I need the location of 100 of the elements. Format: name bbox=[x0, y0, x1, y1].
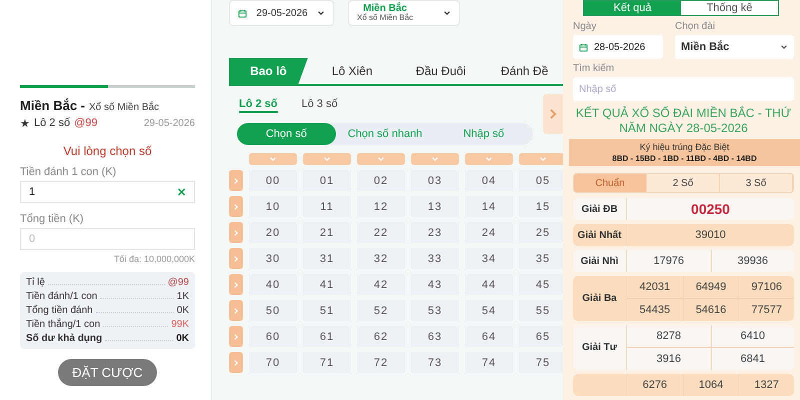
prize-number: 54435 bbox=[638, 303, 672, 318]
station-select[interactable]: Miền Bắc bbox=[675, 35, 794, 59]
number-cell[interactable]: 41 bbox=[303, 274, 351, 295]
search-label: Tìm kiếm bbox=[573, 63, 616, 74]
chevron-icon bbox=[377, 155, 385, 163]
number-cell[interactable]: 73 bbox=[411, 352, 459, 373]
date-select[interactable]: 29-05-2026 bbox=[229, 0, 334, 26]
number-cell[interactable]: 00 bbox=[249, 170, 297, 191]
column-select-button[interactable] bbox=[357, 153, 405, 165]
row-select-button[interactable] bbox=[229, 274, 243, 295]
stake-field[interactable]: 1 ✕ bbox=[20, 181, 195, 203]
number-cell[interactable]: 30 bbox=[249, 248, 297, 269]
clear-icon[interactable]: ✕ bbox=[177, 186, 186, 198]
chevron-icon bbox=[269, 155, 277, 163]
number-cell[interactable]: 54 bbox=[465, 300, 513, 321]
summary-label: Tổng tiền đánh bbox=[26, 305, 93, 316]
number-cell[interactable]: 21 bbox=[303, 222, 351, 243]
number-cell[interactable]: 14 bbox=[465, 196, 513, 217]
number-cell[interactable]: 45 bbox=[519, 274, 563, 295]
chevron-icon bbox=[443, 9, 451, 17]
summary-value: 0K bbox=[176, 333, 189, 344]
row-select-button[interactable] bbox=[229, 222, 243, 243]
number-cell[interactable]: 75 bbox=[519, 352, 563, 373]
station-select[interactable]: Miền Bắc Xổ số Miền Bắc bbox=[348, 0, 460, 26]
mode-tab[interactable]: Chọn số bbox=[237, 123, 336, 145]
special-codes: 8BD - 15BD - 1BD - 11BD - 4BD - 14BD bbox=[612, 154, 757, 163]
number-cell[interactable]: 70 bbox=[249, 352, 297, 373]
chevron-icon bbox=[317, 9, 325, 17]
row-select-button[interactable] bbox=[229, 248, 243, 269]
number-cell[interactable]: 05 bbox=[519, 170, 563, 191]
number-cell[interactable]: 35 bbox=[519, 248, 563, 269]
number-cell[interactable]: 40 bbox=[249, 274, 297, 295]
number-cell[interactable]: 13 bbox=[411, 196, 459, 217]
number-cell[interactable]: 32 bbox=[357, 248, 405, 269]
number-cell[interactable]: 12 bbox=[357, 196, 405, 217]
result-tab[interactable]: Thống kê bbox=[681, 1, 778, 15]
summary-value: 0K bbox=[176, 305, 189, 316]
number-cell[interactable]: 20 bbox=[249, 222, 297, 243]
number-cell[interactable]: 52 bbox=[357, 300, 405, 321]
number-cell[interactable]: 22 bbox=[357, 222, 405, 243]
number-cell[interactable]: 10 bbox=[249, 196, 297, 217]
number-cell[interactable]: 11 bbox=[303, 196, 351, 217]
number-cell[interactable]: 62 bbox=[357, 326, 405, 347]
number-cell[interactable]: 71 bbox=[303, 352, 351, 373]
game-tab[interactable]: Đầu Đuôi bbox=[396, 58, 486, 84]
row-select-button[interactable] bbox=[229, 196, 243, 217]
row-select-button[interactable] bbox=[229, 300, 243, 321]
view-tab[interactable]: 3 Số bbox=[720, 174, 793, 192]
number-cell[interactable]: 43 bbox=[411, 274, 459, 295]
prize-label: Giải ĐB bbox=[573, 198, 627, 220]
chevron-icon bbox=[232, 254, 240, 262]
number-cell[interactable]: 53 bbox=[411, 300, 459, 321]
number-cell[interactable]: 04 bbox=[465, 170, 513, 191]
column-select-button[interactable] bbox=[249, 153, 297, 165]
place-bet-button[interactable]: ĐẶT CƯỢC bbox=[58, 359, 157, 386]
number-cell[interactable]: 44 bbox=[465, 274, 513, 295]
column-select-button[interactable] bbox=[303, 153, 351, 165]
row-select-button[interactable] bbox=[229, 170, 243, 191]
number-cell[interactable]: 64 bbox=[465, 326, 513, 347]
expand-button[interactable] bbox=[543, 94, 563, 134]
number-cell[interactable]: 74 bbox=[465, 352, 513, 373]
number-cell[interactable]: 55 bbox=[519, 300, 563, 321]
column-select-button[interactable] bbox=[465, 153, 513, 165]
row-select-button[interactable] bbox=[229, 326, 243, 347]
number-cell[interactable]: 42 bbox=[357, 274, 405, 295]
row-select-button[interactable] bbox=[229, 352, 243, 373]
game-tab[interactable]: Đánh Đề bbox=[485, 58, 563, 84]
sub-tab[interactable]: Lô 3 số bbox=[302, 98, 338, 113]
game-tab[interactable]: Bao lô bbox=[229, 58, 308, 84]
number-cell[interactable]: 15 bbox=[519, 196, 563, 217]
number-cell[interactable]: 72 bbox=[357, 352, 405, 373]
number-cell[interactable]: 60 bbox=[249, 326, 297, 347]
number-cell[interactable]: 63 bbox=[411, 326, 459, 347]
number-cell[interactable]: 01 bbox=[303, 170, 351, 191]
number-cell[interactable]: 03 bbox=[411, 170, 459, 191]
column-select-button[interactable] bbox=[411, 153, 459, 165]
number-cell[interactable]: 31 bbox=[303, 248, 351, 269]
number-cell[interactable]: 24 bbox=[465, 222, 513, 243]
chevron-icon bbox=[232, 176, 240, 184]
notice-text: Vui lòng chọn số bbox=[62, 144, 153, 158]
view-tab[interactable]: 2 Số bbox=[647, 174, 720, 192]
column-select-button[interactable] bbox=[519, 153, 563, 165]
summary-value: @99 bbox=[168, 277, 189, 288]
stake-label: Tiền đánh 1 con (K) bbox=[20, 166, 118, 178]
number-cell[interactable]: 50 bbox=[249, 300, 297, 321]
date-field[interactable]: 28-05-2026 bbox=[573, 35, 663, 59]
number-cell[interactable]: 25 bbox=[519, 222, 563, 243]
summary-label: Tỉ lệ bbox=[26, 277, 45, 288]
chevron-icon bbox=[232, 202, 240, 210]
chevron-icon bbox=[323, 155, 331, 163]
number-cell[interactable]: 51 bbox=[303, 300, 351, 321]
prize-number: 8278 bbox=[656, 329, 682, 344]
game-tab[interactable]: Lô Xiên bbox=[308, 58, 396, 84]
number-cell[interactable]: 33 bbox=[411, 248, 459, 269]
number-cell[interactable]: 02 bbox=[357, 170, 405, 191]
number-cell[interactable]: 23 bbox=[411, 222, 459, 243]
number-cell[interactable]: 65 bbox=[519, 326, 563, 347]
number-cell[interactable]: 34 bbox=[465, 248, 513, 269]
number-cell[interactable]: 61 bbox=[303, 326, 351, 347]
result-tab[interactable]: Kết quả bbox=[584, 1, 681, 15]
